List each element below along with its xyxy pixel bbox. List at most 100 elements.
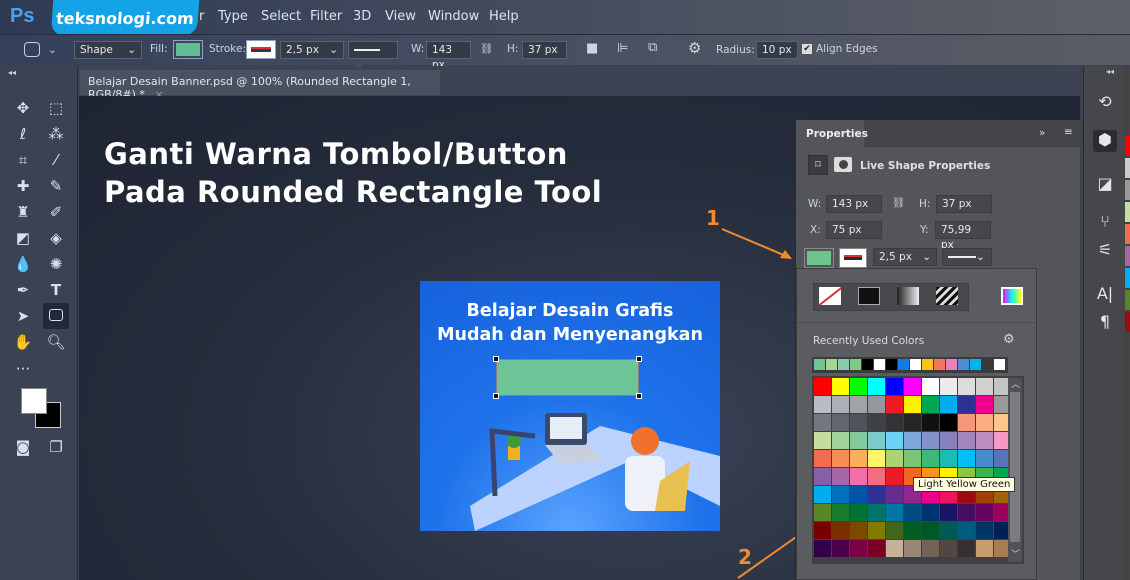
type-tool-icon[interactable]: T — [45, 279, 67, 301]
screen-mode-icon[interactable]: ❐ — [45, 436, 67, 458]
adjustments-icon[interactable]: ◪ — [1093, 174, 1117, 196]
swatch[interactable] — [940, 504, 957, 521]
swatch[interactable] — [958, 378, 975, 395]
strip-swatch[interactable] — [1125, 312, 1130, 332]
swatch[interactable] — [832, 468, 849, 485]
swatch[interactable] — [976, 540, 993, 557]
swatch[interactable] — [886, 450, 903, 467]
swatch[interactable] — [958, 504, 975, 521]
swatch[interactable] — [850, 522, 867, 539]
menu-layer[interactable]: r — [199, 9, 204, 24]
link-icon[interactable]: ⛓ — [480, 42, 493, 55]
swatch[interactable] — [868, 540, 885, 557]
fill-swatch-button[interactable] — [173, 40, 203, 59]
foreground-color-swatch[interactable] — [21, 388, 47, 414]
swatch[interactable] — [886, 486, 903, 503]
swatch[interactable] — [850, 504, 867, 521]
strip-swatch[interactable] — [1125, 180, 1130, 200]
history-panel-icon[interactable]: ⟲ — [1093, 92, 1117, 114]
swatch[interactable] — [940, 540, 957, 557]
path-alignment-icon[interactable]: ⊫ — [617, 41, 628, 56]
height-input[interactable]: 37 px — [522, 41, 567, 59]
marquee-tool-icon[interactable]: ⬚ — [45, 97, 67, 119]
rounded-rectangle-tool-icon[interactable] — [43, 303, 69, 329]
recent-swatch[interactable] — [826, 359, 837, 370]
swatch[interactable] — [958, 396, 975, 413]
swatch[interactable] — [814, 540, 831, 557]
move-tool-icon[interactable]: ✥ — [12, 97, 34, 119]
gear-icon[interactable]: ⚙ — [1003, 332, 1015, 347]
swatch[interactable] — [850, 540, 867, 557]
solid-color-button[interactable] — [858, 287, 880, 305]
swatch[interactable] — [814, 450, 831, 467]
shape-bounds-icon[interactable]: ⌑ — [808, 155, 828, 175]
gradient-button[interactable] — [897, 287, 919, 305]
chevron-down-icon[interactable]: ⌄ — [48, 44, 57, 56]
swatch[interactable] — [868, 468, 885, 485]
swatch-scrollbar[interactable] — [1008, 378, 1022, 562]
swatch[interactable] — [814, 504, 831, 521]
swatch[interactable] — [814, 522, 831, 539]
swatch[interactable] — [850, 378, 867, 395]
swatch[interactable] — [886, 396, 903, 413]
pen-tool-icon[interactable]: ✒ — [12, 279, 34, 301]
swatch[interactable] — [922, 522, 939, 539]
swatch[interactable] — [958, 522, 975, 539]
swatch[interactable] — [922, 450, 939, 467]
prop-stroke-width[interactable]: 2,5 px ⌄ — [873, 248, 937, 266]
swatch[interactable] — [976, 450, 993, 467]
swatch[interactable] — [886, 378, 903, 395]
scroll-up-icon[interactable]: ︿ — [1011, 377, 1020, 390]
swatch[interactable] — [814, 378, 831, 395]
collapse-icon[interactable]: ◂◂ — [1106, 67, 1114, 76]
swatch[interactable] — [940, 396, 957, 413]
swatch[interactable] — [886, 414, 903, 431]
prop-x-input[interactable]: 75 px — [826, 221, 882, 239]
eraser-tool-icon[interactable]: ◩ — [12, 227, 34, 249]
rounded-rectangle-button-shape[interactable] — [493, 356, 642, 399]
swatch[interactable] — [976, 396, 993, 413]
mask-icon[interactable] — [834, 157, 852, 172]
prop-stroke-button[interactable] — [839, 248, 867, 268]
swatch[interactable] — [868, 414, 885, 431]
swatch[interactable] — [832, 522, 849, 539]
recent-swatch[interactable] — [838, 359, 849, 370]
align-edges-checkbox[interactable]: ✔ — [802, 44, 812, 54]
swatch[interactable] — [958, 540, 975, 557]
paragraph-panel-icon[interactable]: ¶ — [1093, 312, 1117, 334]
swatch[interactable] — [814, 396, 831, 413]
recent-swatch[interactable] — [946, 359, 957, 370]
menu-window[interactable]: Window — [428, 9, 479, 24]
swatch[interactable] — [832, 486, 849, 503]
sponge-tool-icon[interactable]: ✺ — [45, 253, 67, 275]
path-selection-tool-icon[interactable]: ➤ — [12, 305, 34, 327]
swatch[interactable] — [904, 378, 921, 395]
menu-help[interactable]: Help — [489, 9, 519, 24]
healing-brush-tool-icon[interactable]: ✚ — [12, 175, 34, 197]
swatch[interactable] — [904, 396, 921, 413]
swatch[interactable] — [940, 432, 957, 449]
swatch[interactable] — [886, 432, 903, 449]
swatch[interactable] — [814, 486, 831, 503]
swatch[interactable] — [886, 504, 903, 521]
recent-swatch[interactable] — [970, 359, 981, 370]
paint-bucket-tool-icon[interactable]: ◈ — [45, 227, 67, 249]
swatch[interactable] — [832, 378, 849, 395]
swatch[interactable] — [832, 414, 849, 431]
swatch[interactable] — [922, 432, 939, 449]
strip-swatch[interactable] — [1125, 246, 1130, 266]
swatch[interactable] — [976, 414, 993, 431]
recent-swatch[interactable] — [862, 359, 873, 370]
swatch[interactable] — [850, 450, 867, 467]
stamp-tool-icon[interactable]: ♜ — [12, 201, 34, 223]
swatch[interactable] — [868, 378, 885, 395]
brush-tool-icon[interactable]: ✎ — [45, 175, 67, 197]
swatch[interactable] — [886, 540, 903, 557]
swatch[interactable] — [904, 414, 921, 431]
swatch[interactable] — [868, 450, 885, 467]
color-picker-button[interactable] — [1001, 287, 1023, 305]
recent-swatch[interactable] — [898, 359, 909, 370]
recent-swatch[interactable] — [886, 359, 897, 370]
swatch[interactable] — [976, 378, 993, 395]
swatch[interactable] — [850, 432, 867, 449]
